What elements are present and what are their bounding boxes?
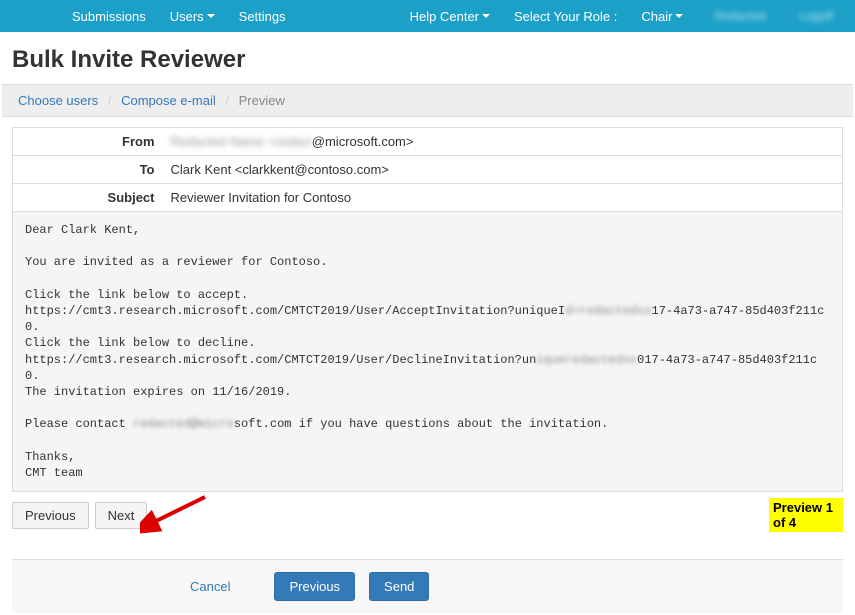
body-line6-blur: iqueredactedxx xyxy=(536,353,637,367)
body-line10: CMT team xyxy=(25,466,83,480)
breadcrumb-sep: / xyxy=(225,93,229,108)
body-line6a: https://cmt3.research.microsoft.com/CMTC… xyxy=(25,353,536,367)
row-from: From Redacted Name <redact@microsoft.com… xyxy=(13,128,843,156)
body-line4-blur: d=redactedxx xyxy=(565,304,651,318)
subject-value: Reviewer Invitation for Contoso xyxy=(163,184,843,212)
cancel-link[interactable]: Cancel xyxy=(190,579,230,594)
nav-select-role: Select Your Role : xyxy=(502,9,629,24)
chevron-down-icon xyxy=(482,14,490,18)
nav-users[interactable]: Users xyxy=(158,9,227,24)
nav-help-label: Help Center xyxy=(410,9,479,24)
breadcrumb-choose-users[interactable]: Choose users xyxy=(18,93,98,108)
top-navbar: Submissions Users Settings Help Center S… xyxy=(0,0,855,32)
from-blurred: Redacted Name <redact xyxy=(171,134,312,149)
to-value: Clark Kent <clarkkent@contoso.com> xyxy=(163,156,843,184)
subject-label: Subject xyxy=(13,184,163,212)
nav-select-role-label: Select Your Role : xyxy=(514,9,617,24)
body-line7: The invitation expires on 11/16/2019. xyxy=(25,385,291,399)
arrow-annotation xyxy=(140,494,210,537)
footer-previous-button[interactable]: Previous xyxy=(274,572,355,601)
nav-settings[interactable]: Settings xyxy=(227,9,298,24)
breadcrumb-compose[interactable]: Compose e-mail xyxy=(121,93,216,108)
to-label: To xyxy=(13,156,163,184)
navbar-left: Submissions Users Settings Help Center S… xyxy=(60,9,695,24)
nav-user-redacted[interactable]: Redacted xyxy=(702,9,777,23)
body-line4a: https://cmt3.research.microsoft.com/CMTC… xyxy=(25,304,565,318)
body-line8b: soft.com if you have questions about the… xyxy=(234,417,608,431)
footer-send-button[interactable]: Send xyxy=(369,572,429,601)
next-button[interactable]: Next xyxy=(95,502,148,529)
body-line5: Click the link below to decline. xyxy=(25,336,255,350)
from-label: From xyxy=(13,128,163,156)
nav-role-label: Chair xyxy=(641,9,672,24)
from-visible: @microsoft.com> xyxy=(312,134,414,149)
body-line9: Thanks, xyxy=(25,450,75,464)
body-line8-blur: redacted@micro xyxy=(133,417,234,431)
nav-logout-redacted[interactable]: Logoff xyxy=(788,9,845,23)
header-table: From Redacted Name <redact@microsoft.com… xyxy=(12,127,843,212)
breadcrumb: Choose users / Compose e-mail / Preview xyxy=(2,84,853,117)
nav-submissions-label: Submissions xyxy=(72,9,146,24)
nav-settings-label: Settings xyxy=(239,9,286,24)
body-line2: You are invited as a reviewer for Contos… xyxy=(25,255,327,269)
from-value: Redacted Name <redact@microsoft.com> xyxy=(163,128,843,156)
nav-help-center[interactable]: Help Center xyxy=(398,9,502,24)
body-line3: Click the link below to accept. xyxy=(25,288,248,302)
row-to: To Clark Kent <clarkkent@contoso.com> xyxy=(13,156,843,184)
breadcrumb-sep: / xyxy=(108,93,112,108)
chevron-down-icon xyxy=(675,14,683,18)
footer-bar: Cancel Previous Send xyxy=(12,559,843,613)
navbar-right: Redacted Logoff xyxy=(702,9,845,23)
button-row: Previous Next Preview 1 of 4 xyxy=(0,492,855,539)
breadcrumb-preview: Preview xyxy=(239,93,285,108)
preview-pagination: Preview 1 of 4 xyxy=(769,498,843,532)
nav-role-chair[interactable]: Chair xyxy=(629,9,695,24)
page-title: Bulk Invite Reviewer xyxy=(0,32,855,84)
previous-button[interactable]: Previous xyxy=(12,502,89,529)
nav-users-label: Users xyxy=(170,9,204,24)
row-subject: Subject Reviewer Invitation for Contoso xyxy=(13,184,843,212)
arrow-icon xyxy=(140,494,210,534)
body-line8a: Please contact xyxy=(25,417,133,431)
chevron-down-icon xyxy=(207,14,215,18)
email-body: Dear Clark Kent, You are invited as a re… xyxy=(12,212,843,492)
nav-submissions[interactable]: Submissions xyxy=(60,9,158,24)
body-greeting: Dear Clark Kent, xyxy=(25,223,140,237)
